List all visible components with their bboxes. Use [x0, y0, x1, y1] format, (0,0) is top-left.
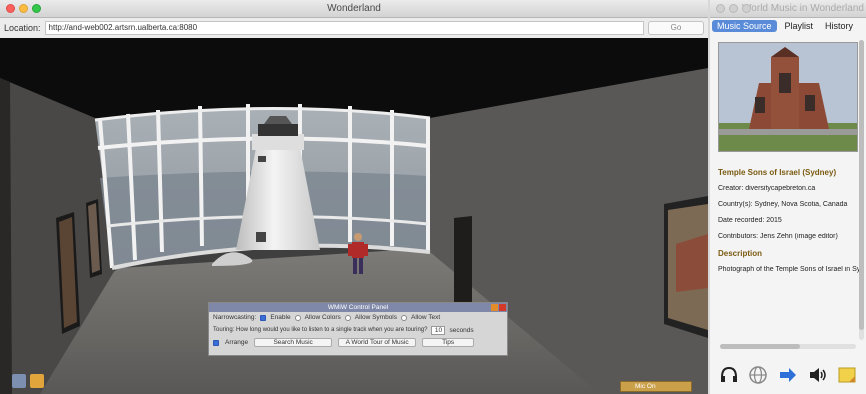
church-photo-graphic	[719, 43, 857, 151]
search-music-button[interactable]: Search Music	[254, 338, 333, 347]
main-titlebar: Wonderland	[0, 0, 708, 18]
side-minimize-button[interactable]	[729, 4, 738, 13]
mic-label: Mic On	[635, 383, 656, 390]
control-panel-titlebar: WMiW Control Panel	[209, 303, 507, 312]
vertical-scroll-thumb[interactable]	[859, 40, 864, 330]
allow-text-radio[interactable]	[401, 314, 407, 321]
note-icon[interactable]	[837, 365, 857, 385]
horizontal-scroll-thumb[interactable]	[720, 344, 800, 349]
window-title: Wonderland	[327, 3, 381, 14]
minimize-panel-button[interactable]	[491, 304, 498, 311]
vertical-scrollbar[interactable]	[859, 40, 864, 340]
tab-playlist[interactable]: Playlist	[781, 21, 818, 31]
touring-seconds-input[interactable]: 10	[431, 325, 446, 335]
enable-label: Enable	[270, 314, 291, 321]
country-line: Country(s): Sydney, Nova Scotia, Canada	[718, 201, 848, 208]
contributors-line: Contributors: Jens Zehn (image editor)	[718, 233, 838, 240]
control-panel: WMiW Control Panel Narrowcasting: Enable…	[208, 302, 508, 356]
world-tour-button[interactable]: A World Tour of Music	[338, 338, 417, 347]
globe-icon[interactable]	[748, 365, 768, 385]
world-music-window: World Music in Wonderland Music Source P…	[710, 0, 866, 394]
window-controls	[6, 4, 41, 13]
location-bar: Location: http://and-web002.artsrn.ualbe…	[0, 18, 708, 38]
side-window-controls	[716, 4, 751, 13]
control-panel-title: WMiW Control Panel	[327, 304, 389, 311]
allow-colors-radio[interactable]	[294, 314, 301, 321]
close-panel-button[interactable]	[499, 304, 506, 311]
touring-row: Touring: How long would you like to list…	[209, 323, 507, 337]
speaker-icon[interactable]	[808, 365, 828, 385]
allow-colors-label: Allow Colors	[304, 314, 341, 321]
tab-music-source[interactable]: Music Source	[712, 20, 777, 32]
side-zoom-button[interactable]	[742, 4, 751, 13]
headphones-icon[interactable]	[719, 365, 739, 385]
music-source-photo	[718, 42, 858, 152]
close-window-button[interactable]	[6, 4, 15, 13]
mic-toggle[interactable]: Mic On	[620, 381, 692, 392]
tab-history[interactable]: History	[821, 21, 857, 31]
creator-line: Creator: diversitycapebreton.ca	[718, 185, 816, 192]
allow-symbols-label: Allow Symbols	[354, 314, 397, 321]
description-heading: Description	[718, 249, 763, 258]
touring-question: Touring: How long would you like to list…	[213, 327, 428, 333]
go-button[interactable]: Go	[648, 21, 704, 35]
narrowcasting-row: Narrowcasting: Enable Allow Colors Allow…	[209, 312, 507, 323]
enable-checkbox[interactable]	[260, 314, 267, 321]
zoom-window-button[interactable]	[32, 4, 41, 13]
minimize-window-button[interactable]	[19, 4, 28, 13]
side-titlebar: World Music in Wonderland	[710, 0, 866, 18]
camera-icon[interactable]	[12, 374, 26, 388]
music-source-info: Temple Sons of Israel (Sydney) Creator: …	[718, 168, 864, 282]
wonderland-window: Wonderland Location: http://and-web002.a…	[0, 0, 708, 394]
allow-text-label: Allow Text	[411, 314, 441, 321]
actions-row: Arrange Search Music A World Tour of Mus…	[209, 337, 507, 348]
arrange-checkbox[interactable]	[213, 339, 219, 346]
tips-button[interactable]: Tips	[422, 338, 475, 347]
info-icon[interactable]	[30, 374, 44, 388]
location-label: Location:	[4, 23, 41, 33]
side-toolbar	[710, 356, 866, 394]
avatar-torso	[352, 242, 364, 258]
allow-symbols-radio[interactable]	[344, 314, 351, 321]
item-title: Temple Sons of Israel (Sydney)	[718, 168, 837, 177]
date-line: Date recorded: 2015	[718, 217, 782, 224]
arrow-right-icon[interactable]	[778, 365, 798, 385]
narrowcasting-label: Narrowcasting:	[213, 314, 257, 321]
side-close-button[interactable]	[716, 4, 725, 13]
horizontal-scrollbar[interactable]	[720, 344, 856, 349]
side-tabs: Music Source Playlist History	[710, 18, 866, 34]
seconds-label: seconds	[449, 326, 474, 334]
location-input[interactable]: http://and-web002.artsrn.ualberta.ca:808…	[44, 21, 644, 35]
control-panel-buttons	[491, 304, 506, 311]
description-text: Photograph of the Temple Sons of Israel …	[718, 266, 864, 273]
arrange-label: Arrange	[225, 339, 249, 346]
